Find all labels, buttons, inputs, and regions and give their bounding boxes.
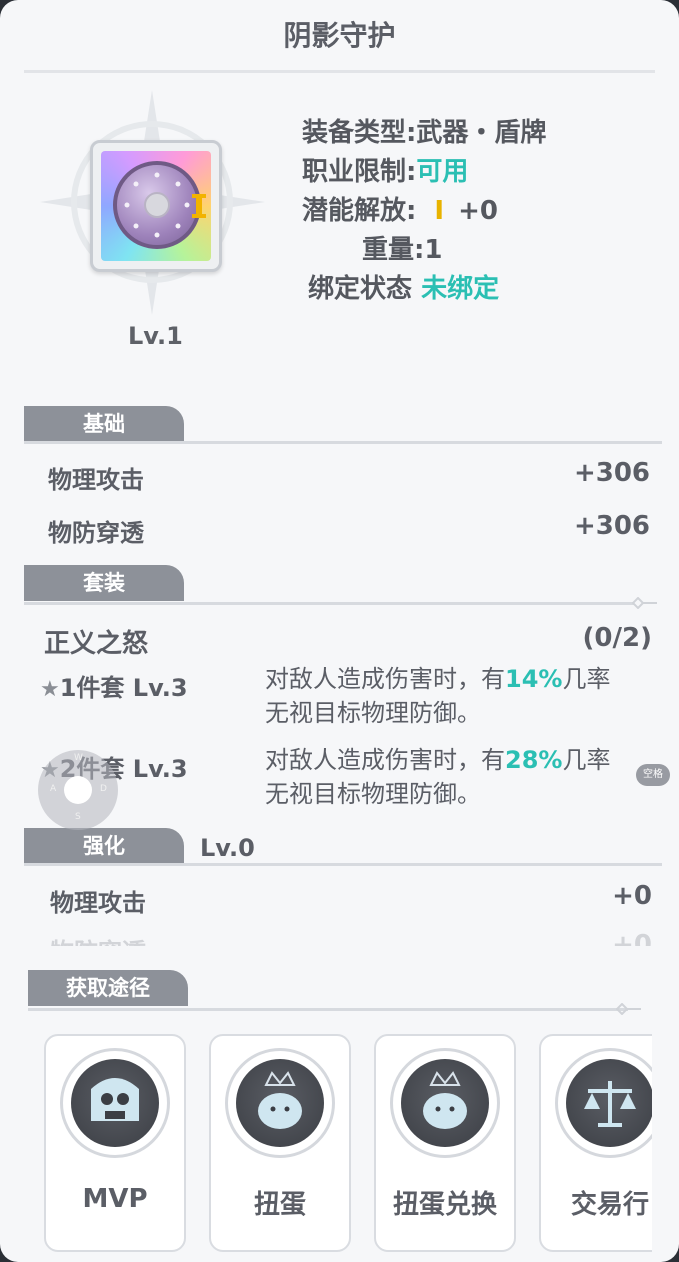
mvp-skull-icon — [71, 1059, 159, 1147]
joystick-key-down: S — [75, 812, 81, 822]
source-card-gacha-exchange[interactable]: 扭蛋兑换 — [374, 1034, 516, 1252]
joystick-key-up: W — [74, 753, 83, 763]
source-card-label: 交易行 — [570, 1190, 649, 1220]
virtual-joystick[interactable]: W A D S — [38, 750, 118, 830]
card-ring — [390, 1048, 500, 1158]
source-card-label: 扭蛋兑换 — [392, 1190, 497, 1220]
source-card-gacha[interactable]: 扭蛋 — [209, 1034, 351, 1252]
source-card-trade[interactable]: 交易行 — [539, 1034, 652, 1252]
space-key-button[interactable]: 空格 — [636, 764, 670, 786]
gacha-poring-icon — [236, 1059, 324, 1147]
item-detail-panel: 阴影守护 Lv.1 装备类型:武器・盾牌 职业限制:可用 潜能解放: Ⅰ +0 … — [0, 0, 679, 1262]
card-ring — [60, 1048, 170, 1158]
source-card-mvp[interactable]: MVP — [44, 1034, 186, 1252]
card-ring — [555, 1048, 652, 1158]
source-card-strip: MVP 扭蛋 扭蛋兑换 交易行 — [0, 0, 652, 1262]
card-ring — [225, 1048, 335, 1158]
gacha-exchange-icon — [401, 1059, 489, 1147]
joystick-key-left: A — [50, 784, 57, 794]
joystick-key-right: D — [100, 784, 107, 794]
source-card-label: 扭蛋 — [253, 1190, 306, 1220]
trade-scale-icon — [566, 1059, 652, 1147]
joystick-knob[interactable] — [64, 776, 92, 804]
source-card-label: MVP — [82, 1184, 148, 1214]
